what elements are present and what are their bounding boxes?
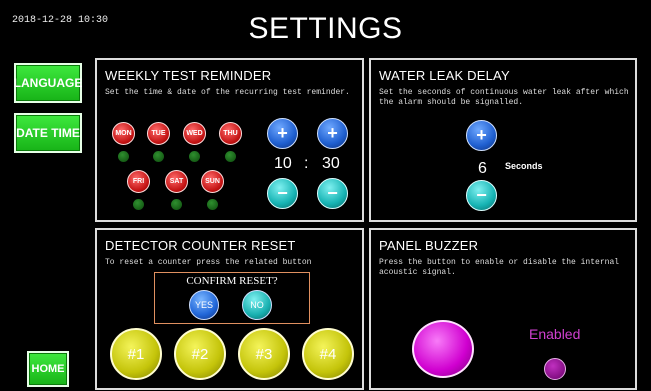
- minute-value: 30: [322, 155, 340, 172]
- counter-reset-button-3[interactable]: #3: [238, 328, 290, 380]
- detector-counter-reset-panel: DETECTOR COUNTER RESET To reset a counte…: [95, 228, 364, 390]
- hour-increment-button[interactable]: +: [267, 118, 298, 149]
- counter-reset-button-2[interactable]: #2: [174, 328, 226, 380]
- minus-icon: −: [277, 183, 288, 203]
- hour-decrement-button[interactable]: −: [267, 178, 298, 209]
- day-button-fri[interactable]: FRI: [127, 170, 150, 193]
- day-button-mon[interactable]: MON: [112, 122, 135, 145]
- panel-buzzer-title: PANEL BUZZER: [379, 238, 479, 253]
- confirm-reset-label: CONFIRM RESET?: [186, 275, 278, 287]
- day-button-thu[interactable]: THU: [219, 122, 242, 145]
- water-leak-delay-panel: WATER LEAK DELAY Set the seconds of cont…: [369, 58, 637, 222]
- buzzer-status-indicator: [544, 358, 566, 380]
- page-title: SETTINGS: [248, 12, 403, 45]
- day-button-sun[interactable]: SUN: [201, 170, 224, 193]
- water-leak-title: WATER LEAK DELAY: [379, 68, 510, 83]
- detector-reset-description: To reset a counter press the related but…: [105, 258, 312, 267]
- home-button[interactable]: HOME: [27, 351, 69, 387]
- minute-decrement-button[interactable]: −: [317, 178, 348, 209]
- water-leak-description-line2: the alarm should be signalled.: [379, 98, 524, 107]
- leak-delay-decrement-button[interactable]: −: [466, 180, 497, 211]
- weekly-test-description: Set the time & date of the recurring tes…: [105, 88, 350, 97]
- water-leak-description-line1: Set the seconds of continuous water leak…: [379, 88, 629, 97]
- language-button[interactable]: LANGUAGE: [14, 63, 82, 103]
- plus-icon: +: [327, 123, 338, 143]
- day-indicator-sat: [171, 199, 182, 210]
- day-indicator-sun: [207, 199, 218, 210]
- confirm-no-button[interactable]: NO: [242, 290, 272, 320]
- panel-buzzer-panel: PANEL BUZZER Press the button to enable …: [369, 228, 637, 390]
- hour-value: 10: [274, 155, 292, 172]
- buzzer-status-label: Enabled: [529, 326, 581, 342]
- plus-icon: +: [277, 123, 288, 143]
- day-indicator-fri: [133, 199, 144, 210]
- day-button-tue[interactable]: TUE: [147, 122, 170, 145]
- buzzer-toggle-button[interactable]: [412, 320, 474, 378]
- panel-buzzer-description-line1: Press the button to enable or disable th…: [379, 258, 620, 267]
- detector-reset-title: DETECTOR COUNTER RESET: [105, 238, 296, 253]
- confirm-reset-dialog: CONFIRM RESET? YES NO: [154, 272, 310, 324]
- panel-buzzer-description-line2: acoustic signal.: [379, 268, 456, 277]
- plus-icon: +: [476, 125, 487, 145]
- day-indicator-thu: [225, 151, 236, 162]
- minus-icon: −: [327, 183, 338, 203]
- leak-delay-unit: Seconds: [505, 161, 543, 171]
- minute-increment-button[interactable]: +: [317, 118, 348, 149]
- leak-delay-increment-button[interactable]: +: [466, 120, 497, 151]
- day-indicator-tue: [153, 151, 164, 162]
- counter-reset-button-1[interactable]: #1: [110, 328, 162, 380]
- confirm-yes-button[interactable]: YES: [189, 290, 219, 320]
- counter-reset-button-4[interactable]: #4: [302, 328, 354, 380]
- date-time-button[interactable]: DATE TIME: [14, 113, 82, 153]
- day-button-sat[interactable]: SAT: [165, 170, 188, 193]
- minus-icon: −: [476, 185, 487, 205]
- day-indicator-mon: [118, 151, 129, 162]
- weekly-test-title: WEEKLY TEST REMINDER: [105, 68, 272, 83]
- day-button-wed[interactable]: WED: [183, 122, 206, 145]
- time-separator: :: [304, 155, 309, 172]
- leak-delay-value: 6: [478, 160, 487, 177]
- water-leak-description: Set the seconds of continuous water leak…: [379, 88, 629, 108]
- panel-buzzer-description: Press the button to enable or disable th…: [379, 258, 619, 278]
- weekly-test-reminder-panel: WEEKLY TEST REMINDER Set the time & date…: [95, 58, 364, 222]
- day-indicator-wed: [189, 151, 200, 162]
